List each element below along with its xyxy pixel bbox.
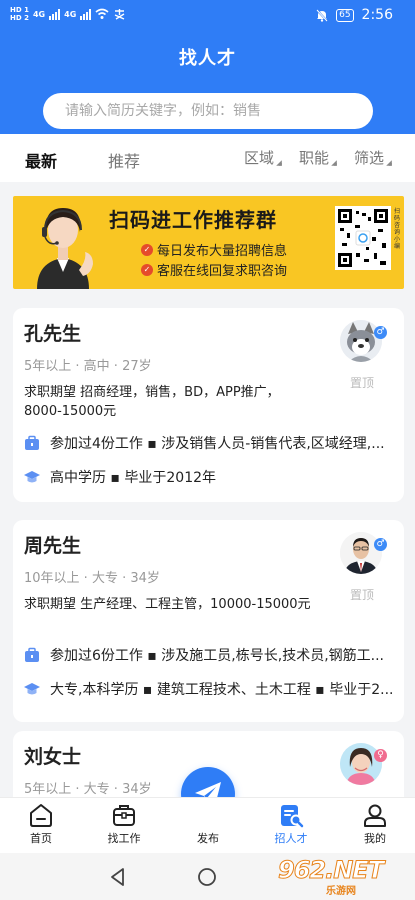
job-expectation-value: 生产经理、工程主管，10000-15000元 — [80, 597, 311, 612]
nav-find-job-label: 找工作 — [107, 832, 141, 845]
nav-home-label: 首页 — [30, 832, 52, 845]
status-left: HD 1 HD 2 4G 4G — [10, 6, 126, 22]
wifi-icon — [95, 8, 109, 19]
battery-indicator: 65 — [336, 8, 354, 22]
region-filter[interactable]: 区域 — [244, 147, 283, 168]
watermark-site-name: 乐游网 — [326, 886, 356, 897]
dropdown-triangle-icon — [331, 160, 337, 166]
nav-find-talent-label: 招人才 — [274, 832, 308, 845]
nav-mine[interactable]: 我的 — [340, 802, 410, 846]
banner-line-1-text: 每日发布大量招聘信息 — [157, 244, 288, 259]
tab-recommend[interactable]: 推荐 — [108, 148, 140, 172]
education-text: 高中学历 ▪ 毕业于2012年 — [50, 470, 217, 486]
sim2-label: HD 2 — [10, 14, 29, 22]
banner-line-1: ✓ 每日发布大量招聘信息 — [141, 240, 287, 259]
job-expectation: 求职期望 招商经理，销售，BD，APP推广，8000-15000元 — [24, 383, 314, 421]
check-icon: ✓ — [141, 243, 153, 256]
education-row: 大专,本科学历 ▪ 建筑工程技术、土木工程 ▪ 毕业于2... — [24, 679, 399, 699]
candidate-name: 孔先生 — [24, 323, 82, 345]
male-icon: ♂ — [374, 326, 387, 339]
dropdown-triangle-icon — [386, 160, 392, 166]
status-right: 65 2:56 — [316, 7, 393, 23]
check-icon: ✓ — [141, 263, 153, 276]
work-experience-row: 参加过4份工作 ▪ 涉及销售人员-销售代表,区域经理,... — [24, 433, 399, 453]
briefcase-icon — [113, 805, 135, 826]
candidate-name: 周先生 — [24, 535, 82, 557]
female-icon: ♀ — [374, 749, 387, 762]
education-row: 高中学历 ▪ 毕业于2012年 — [24, 467, 399, 487]
nav-find-talent[interactable]: 招人才 — [256, 802, 326, 846]
filter-bar: 最新 推荐 区域 职能 筛选 — [0, 134, 415, 182]
resume-search-input[interactable] — [43, 93, 373, 129]
nav-home[interactable]: 首页 — [6, 802, 76, 846]
work-experience-text: 参加过4份工作 ▪ 涉及销售人员-销售代表,区域经理,... — [50, 436, 385, 452]
top-header: HD 1 HD 2 4G 4G 65 2:56 找人才 — [0, 0, 415, 134]
mute-bell-icon — [316, 8, 328, 22]
candidate-meta: 10年以上 · 大专 · 34岁 — [24, 571, 160, 586]
page-title: 找人才 — [179, 48, 236, 69]
back-triangle-icon[interactable] — [108, 867, 128, 887]
network-type-2: 4G — [64, 9, 77, 19]
more-filter[interactable]: 筛选 — [354, 147, 393, 168]
bottom-navigation: 首页 找工作 发布 招人才 我的 — [0, 797, 415, 853]
customer-service-agent-image — [37, 208, 93, 289]
job-expectation-label: 求职期望 — [24, 597, 77, 612]
job-expectation: 求职期望 生产经理、工程主管，10000-15000元 — [24, 595, 314, 614]
education-text: 大专,本科学历 ▪ 建筑工程技术、土木工程 ▪ 毕业于2... — [50, 682, 394, 698]
promo-banner[interactable]: 扫码进工作推荐群 ✓ 每日发布大量招聘信息 ✓ 客服在线回复求职咨询 扫码咨询小… — [13, 196, 404, 289]
nav-find-job[interactable]: 找工作 — [89, 802, 159, 846]
status-time: 2:56 — [361, 7, 393, 23]
region-filter-label: 区域 — [244, 149, 275, 167]
network-type-1: 4G — [32, 9, 46, 19]
signal-1-icon — [49, 8, 61, 20]
pin-to-top-label[interactable]: 置顶 — [350, 374, 374, 391]
candidate-meta: 5年以上 · 大专 · 34岁 — [24, 782, 152, 797]
briefcase-icon — [25, 435, 39, 450]
sim-labels: HD 1 HD 2 — [10, 6, 29, 22]
payment-icon — [114, 9, 125, 20]
male-icon: ♂ — [374, 538, 387, 551]
banner-line-2-text: 客服在线回复求职咨询 — [157, 264, 288, 279]
job-expectation-label: 求职期望 — [24, 385, 77, 400]
candidate-card[interactable]: 孔先生 5年以上 · 高中 · 27岁 求职期望 招商经理，销售，BD，APP推… — [13, 308, 404, 502]
qr-caption: 扫码咨询小编 — [394, 208, 401, 250]
signal-2-icon — [80, 8, 92, 20]
function-filter[interactable]: 职能 — [299, 147, 338, 168]
nav-publish-label[interactable]: 发布 — [188, 830, 228, 846]
tab-latest[interactable]: 最新 — [25, 148, 57, 172]
pin-to-top-label[interactable]: 置顶 — [350, 586, 374, 603]
work-experience-text: 参加过6份工作 ▪ 涉及施工员,栋号长,技术员,钢筋工... — [50, 648, 384, 664]
banner-title: 扫码进工作推荐群 — [109, 208, 277, 232]
watermark-domain: 962.NET — [277, 856, 384, 885]
status-bar: HD 1 HD 2 4G 4G 65 2:56 — [0, 0, 415, 32]
more-filter-label: 筛选 — [354, 149, 385, 167]
candidate-name: 刘女士 — [24, 746, 82, 768]
user-icon — [364, 804, 386, 827]
dropdown-triangle-icon — [276, 160, 282, 166]
home-circle-icon[interactable] — [197, 867, 217, 887]
home-icon — [30, 804, 52, 827]
site-watermark: 962.NET 乐游网 — [277, 856, 408, 898]
banner-line-2: ✓ 客服在线回复求职咨询 — [141, 260, 287, 279]
function-filter-label: 职能 — [299, 149, 330, 167]
work-experience-row: 参加过6份工作 ▪ 涉及施工员,栋号长,技术员,钢筋工... — [24, 645, 399, 665]
candidate-card[interactable]: 周先生 10年以上 · 大专 · 34岁 求职期望 生产经理、工程主管，1000… — [13, 520, 404, 722]
qr-code-icon — [338, 209, 388, 267]
graduation-cap-icon — [24, 471, 40, 483]
briefcase-icon — [25, 647, 39, 662]
graduation-cap-icon — [24, 683, 40, 695]
nav-mine-label: 我的 — [364, 832, 386, 845]
search-resume-icon — [281, 805, 304, 828]
candidate-meta: 5年以上 · 高中 · 27岁 — [24, 359, 152, 374]
sim1-label: HD 1 — [10, 6, 29, 14]
qr-code — [335, 206, 391, 270]
